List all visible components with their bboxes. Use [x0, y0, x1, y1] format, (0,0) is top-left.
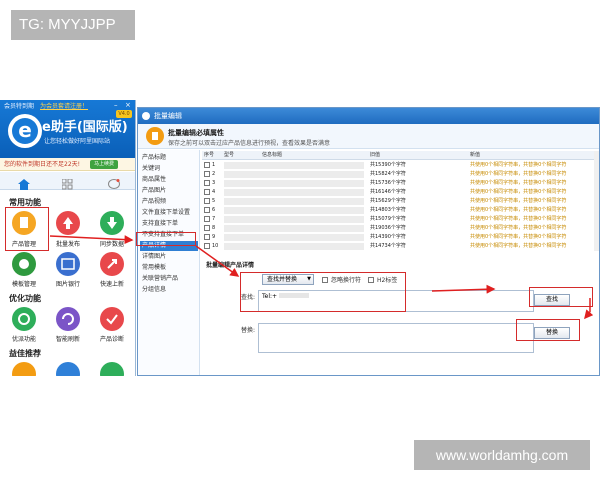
arrow-to-options [195, 245, 240, 277]
arrow-to-find-button [431, 284, 496, 294]
arrow-to-replace-button-2 [584, 309, 594, 320]
arrow-to-product-detail [49, 235, 134, 245]
annotation-arrows [49, 235, 594, 320]
